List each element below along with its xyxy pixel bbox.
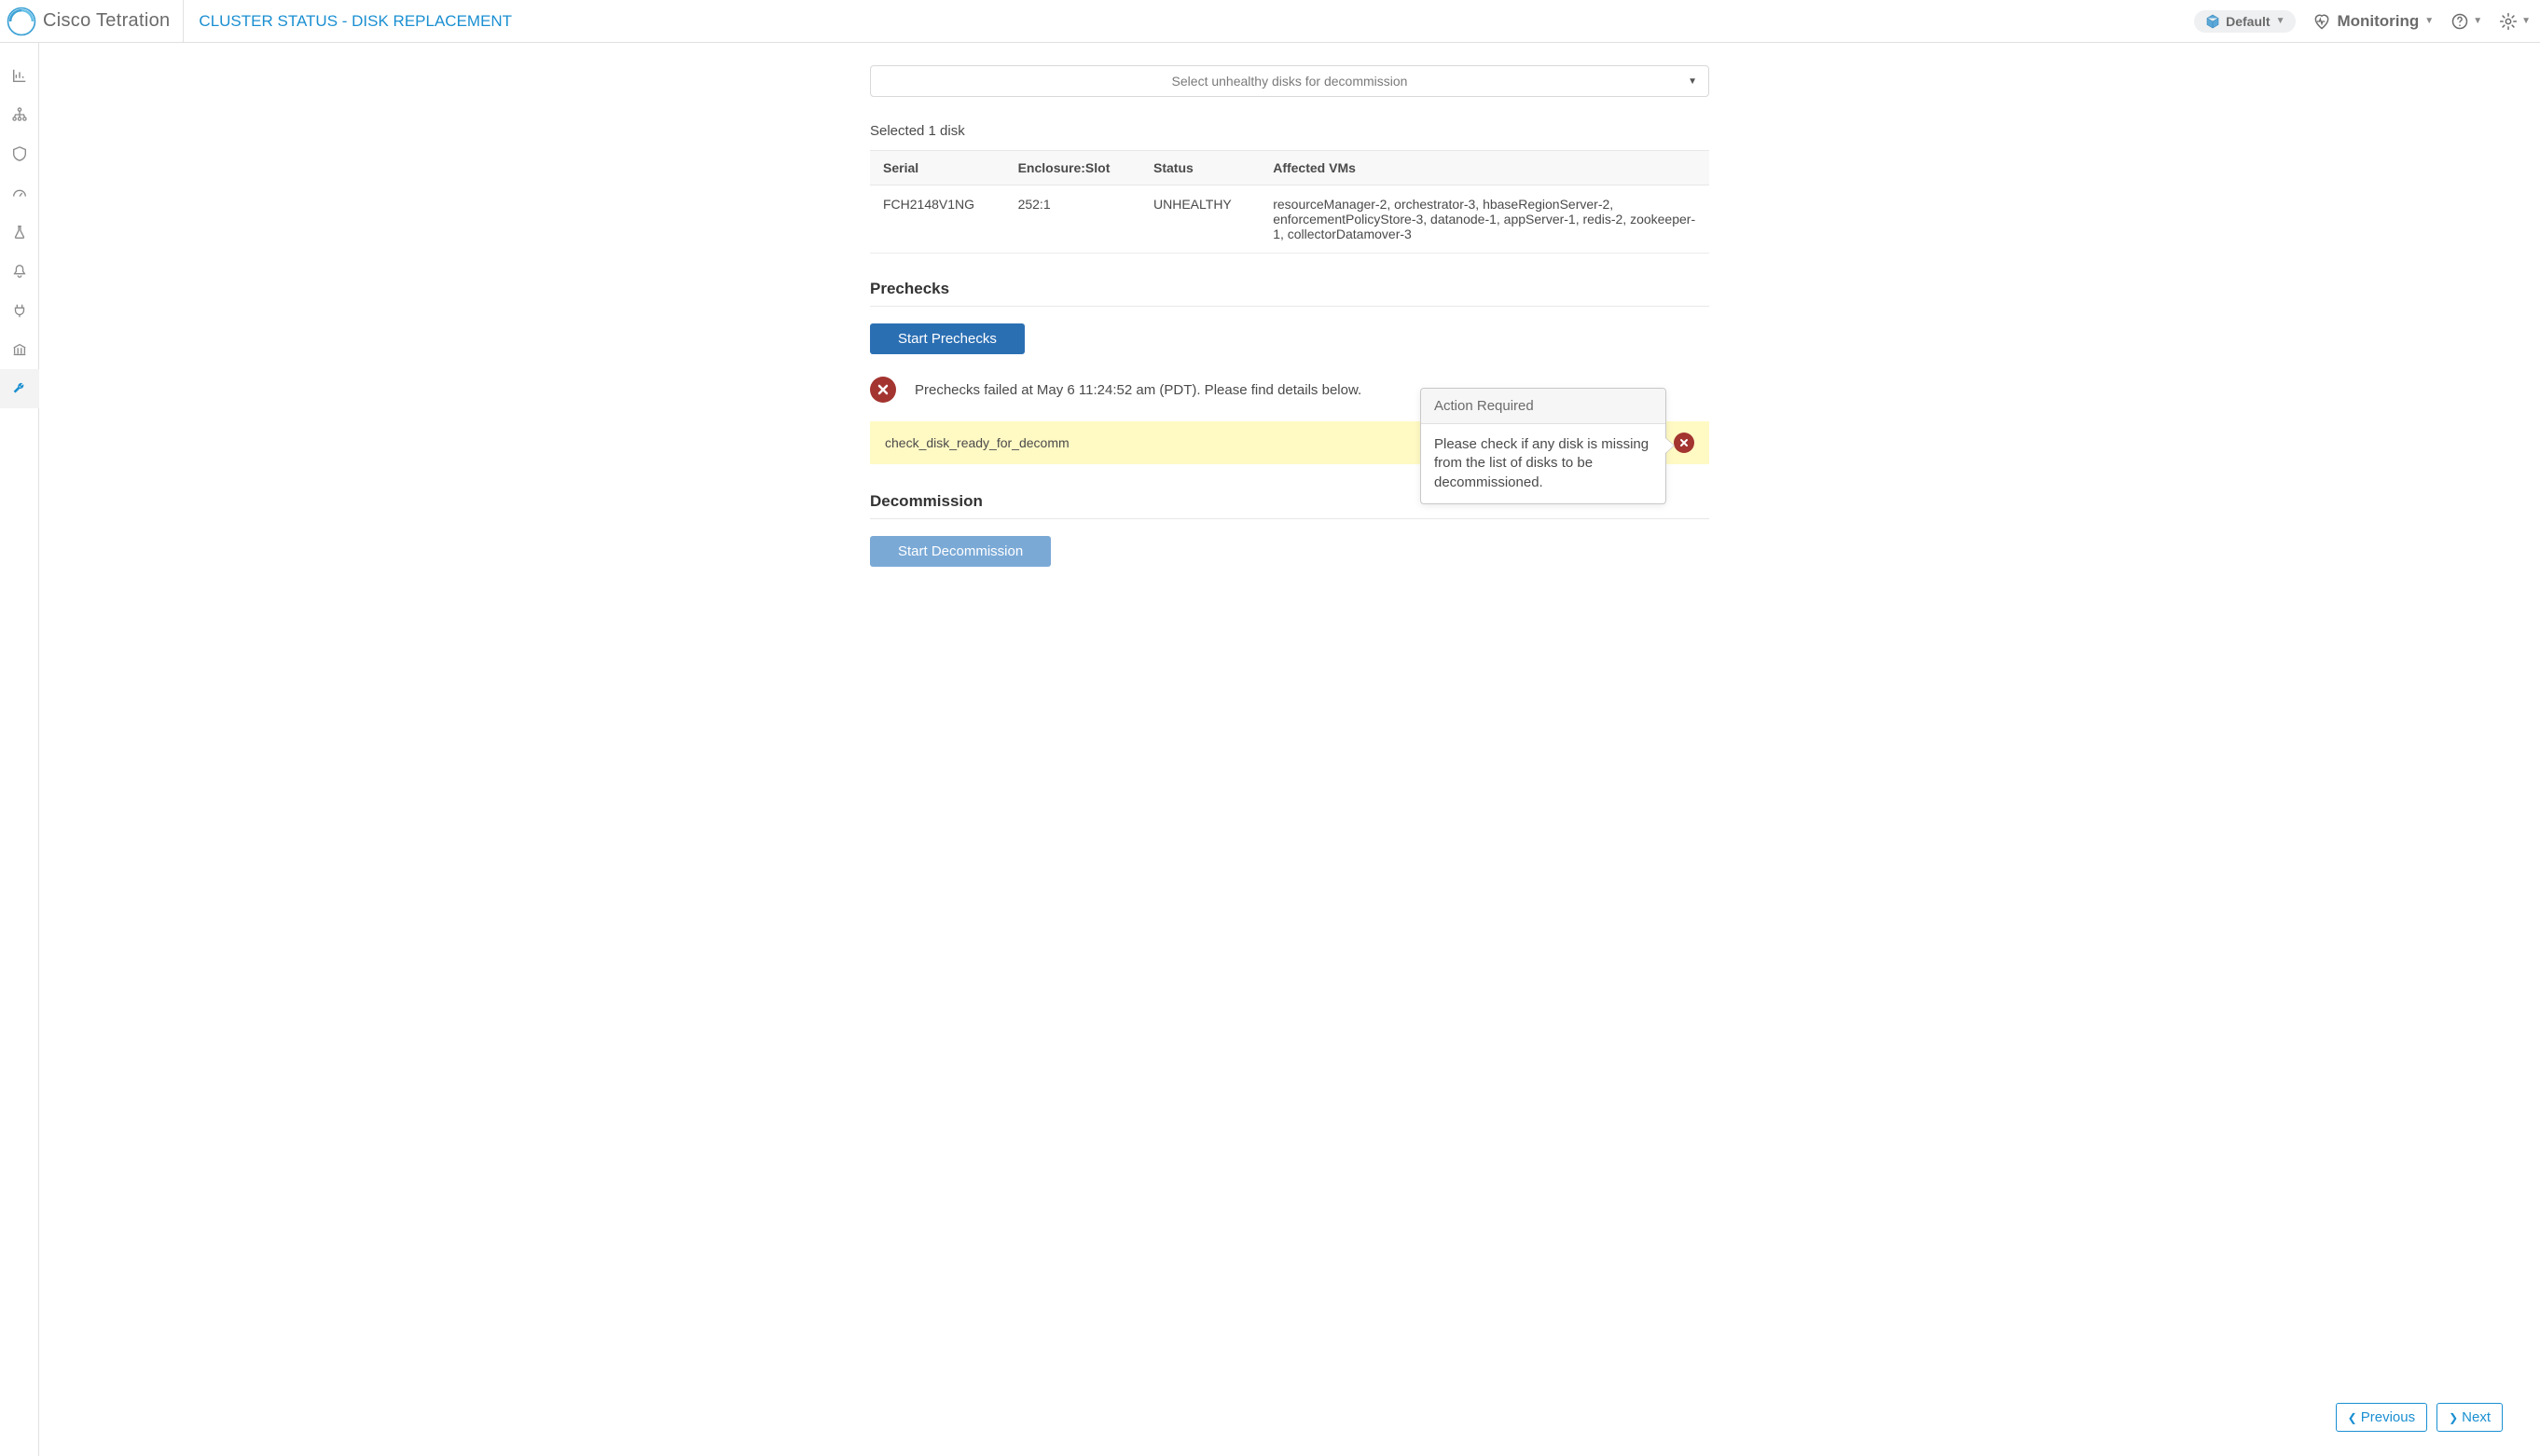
th-affected-vms: Affected VMs <box>1260 151 1709 185</box>
help-menu[interactable]: ▼ <box>2450 12 2482 31</box>
start-decommission-button[interactable]: Start Decommission <box>870 536 1051 567</box>
monitoring-menu[interactable]: Monitoring ▼ <box>2312 12 2434 31</box>
brand-logo[interactable]: Cisco Tetration <box>0 0 184 42</box>
table-row: FCH2148V1NG 252:1 UNHEALTHY resourceMana… <box>870 185 1709 254</box>
tetration-swirl-icon <box>6 6 37 37</box>
start-prechecks-button[interactable]: Start Prechecks <box>870 323 1025 354</box>
cell-status: UNHEALTHY <box>1140 185 1260 254</box>
sidebar-flask-icon[interactable] <box>0 213 39 252</box>
popover-body: Please check if any disk is missing from… <box>1421 424 1665 503</box>
cell-serial: FCH2148V1NG <box>870 185 1005 254</box>
sidebar-network-icon[interactable] <box>0 95 39 134</box>
scope-selector[interactable]: Default ▼ <box>2194 10 2296 33</box>
settings-menu[interactable]: ▼ <box>2499 12 2531 31</box>
next-button[interactable]: ❯ Next <box>2436 1403 2503 1432</box>
sidebar-plug-icon[interactable] <box>0 291 39 330</box>
help-icon <box>2450 12 2469 31</box>
chevron-down-icon: ▼ <box>1688 76 1697 87</box>
precheck-status-message: Prechecks failed at May 6 11:24:52 am (P… <box>915 382 1361 398</box>
page-title: CLUSTER STATUS - DISK REPLACEMENT <box>184 12 512 31</box>
scope-label: Default <box>2226 14 2270 29</box>
sidebar-chart-icon[interactable] <box>0 56 39 95</box>
error-icon <box>870 377 896 403</box>
prechecks-heading: Prechecks <box>870 280 1709 307</box>
chevron-right-icon: ❯ <box>2449 1412 2458 1423</box>
error-icon <box>1674 433 1694 453</box>
disk-select-placeholder: Select unhealthy disks for decommission <box>1172 74 1408 89</box>
sidebar-shield-icon[interactable] <box>0 134 39 173</box>
cell-slot: 252:1 <box>1005 185 1140 254</box>
heartbeat-icon <box>2312 12 2331 31</box>
action-required-popover: Action Required Please check if any disk… <box>1420 388 1666 504</box>
monitoring-label: Monitoring <box>2337 12 2419 31</box>
cube-icon <box>2205 14 2220 29</box>
th-status: Status <box>1140 151 1260 185</box>
gear-icon <box>2499 12 2518 31</box>
chevron-down-icon: ▼ <box>2473 16 2482 26</box>
disk-table: Serial Enclosure:Slot Status Affected VM… <box>870 150 1709 254</box>
sidebar-bell-icon[interactable] <box>0 252 39 291</box>
precheck-check-name: check_disk_ready_for_decomm <box>885 435 1070 450</box>
brand-name: Cisco Tetration <box>43 10 170 32</box>
selected-count: Selected 1 disk <box>870 123 1709 139</box>
popover-title: Action Required <box>1421 389 1665 424</box>
previous-label: Previous <box>2361 1409 2415 1425</box>
disk-select-dropdown[interactable]: Select unhealthy disks for decommission … <box>870 65 1709 97</box>
sidebar <box>0 43 39 1456</box>
th-serial: Serial <box>870 151 1005 185</box>
previous-button[interactable]: ❮ Previous <box>2336 1403 2427 1432</box>
chevron-down-icon: ▼ <box>2424 16 2434 26</box>
sidebar-bank-icon[interactable] <box>0 330 39 369</box>
th-enclosure-slot: Enclosure:Slot <box>1005 151 1140 185</box>
chevron-down-icon: ▼ <box>2521 16 2531 26</box>
sidebar-gauge-icon[interactable] <box>0 173 39 213</box>
chevron-down-icon: ▼ <box>2276 16 2285 26</box>
next-label: Next <box>2462 1409 2491 1425</box>
sidebar-wrench-icon[interactable] <box>0 369 39 408</box>
cell-affected: resourceManager-2, orchestrator-3, hbase… <box>1260 185 1709 254</box>
chevron-left-icon: ❮ <box>2348 1412 2357 1423</box>
